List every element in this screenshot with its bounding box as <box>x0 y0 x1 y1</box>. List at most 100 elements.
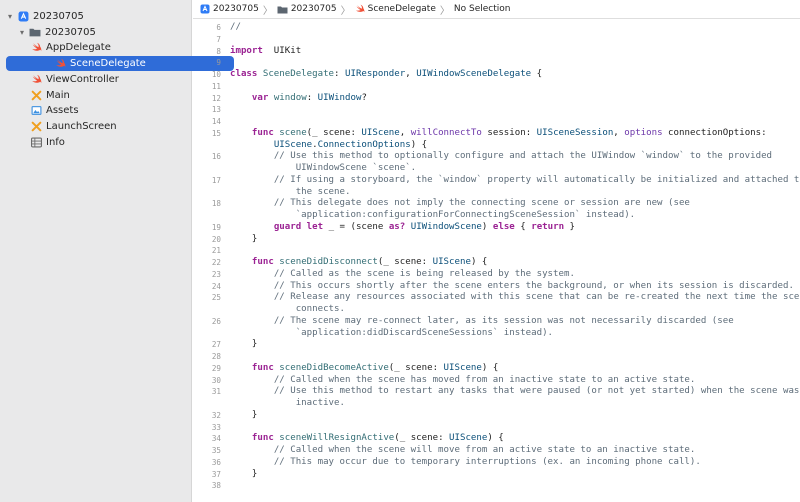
storyboard-icon <box>30 89 42 101</box>
code-line[interactable]: // This occurs shortly after the scene e… <box>230 281 794 292</box>
code-line[interactable]: // Called when the scene will move from … <box>230 445 696 456</box>
code-line[interactable]: // If using a storyboard, the `window` p… <box>230 175 800 186</box>
code-line[interactable]: func sceneWillResignActive(_ scene: UISc… <box>230 433 504 444</box>
code-token: } <box>230 339 258 350</box>
code-line[interactable]: guard let _ = (scene as? UIWindowScene) … <box>230 222 575 233</box>
code-token: ? <box>361 92 367 103</box>
code-token: ) { <box>470 257 488 267</box>
code-line[interactable]: } <box>230 234 257 245</box>
code-line[interactable]: // Use this method to optionally configu… <box>230 151 772 162</box>
code-token: ) <box>481 221 493 232</box>
line-number: 8 <box>216 46 221 56</box>
code-line[interactable]: connects. <box>230 304 345 315</box>
code-line[interactable]: UIScene.ConnectionOptions) { <box>230 140 427 151</box>
line-number: 32 <box>211 410 221 420</box>
code-token: // Called as the scene is being released… <box>273 268 575 279</box>
folder-icon <box>277 6 288 13</box>
line-number: 35 <box>211 446 221 455</box>
code-token: sceneWillResignActive <box>279 433 395 444</box>
navigator-item-label: Main <box>46 89 70 101</box>
code-token: SceneDelegate <box>262 69 335 79</box>
source-editor[interactable]: 20230705 〉 20230705 〉 SceneDelegate 〉 No… <box>193 0 800 502</box>
line-number: 12 <box>211 93 221 103</box>
navigator-item-label: LaunchScreen <box>46 120 117 132</box>
code-token: else <box>492 221 515 232</box>
swift-file-icon <box>355 4 364 13</box>
code-token: // This delegate does not imply the conn… <box>273 198 690 209</box>
code-line[interactable]: } <box>230 469 257 480</box>
code-token: // Use this method to restart any tasks … <box>273 386 800 397</box>
jumpbar-file[interactable]: SceneDelegate <box>355 4 436 14</box>
code-line[interactable]: import UIKit <box>230 46 301 57</box>
code-line[interactable]: } <box>230 410 257 421</box>
line-number: 7 <box>216 34 221 44</box>
line-number: 18 <box>211 199 221 209</box>
navigator-item[interactable]: AppDelegate <box>30 40 111 55</box>
code-line[interactable]: // Called when the scene has moved from … <box>230 375 696 386</box>
code-line[interactable]: `application:didDiscardSceneSessions` in… <box>230 328 553 339</box>
code-token: options <box>624 127 663 138</box>
code-line[interactable]: // This may occur due to temporary inter… <box>230 457 701 468</box>
jumpbar-group-label: 20230705 <box>290 4 337 14</box>
code-line[interactable]: class SceneDelegate: UIResponder, UIWind… <box>230 69 542 80</box>
asset-catalog-icon <box>30 105 42 117</box>
code-line[interactable]: `application:configurationForConnectingS… <box>230 210 635 221</box>
disclosure-chevron-icon[interactable]: ▾ <box>18 28 26 37</box>
code-line[interactable]: // This delegate does not imply the conn… <box>230 198 690 209</box>
code-token: , <box>613 127 625 138</box>
code-token: the scene. <box>295 186 351 197</box>
code-token: // This occurs shortly after the scene e… <box>273 280 794 291</box>
jumpbar-selection[interactable]: No Selection <box>454 4 511 14</box>
code-token: UIWindowScene `scene`. <box>295 163 417 173</box>
code-line[interactable]: // <box>230 22 241 33</box>
navigator-item-label: ViewController <box>46 73 119 85</box>
navigator-item[interactable]: ▾ 20230705 <box>6 9 84 24</box>
code-line[interactable]: inactive. <box>230 398 345 409</box>
code-token: func <box>251 433 274 444</box>
disclosure-chevron-icon[interactable]: ▾ <box>6 12 14 21</box>
code-line[interactable]: func scene(_ scene: UIScene, willConnect… <box>230 128 767 139</box>
code-line[interactable]: var window: UIWindow? <box>230 93 367 104</box>
code-token: // This may occur due to temporary inter… <box>273 456 701 467</box>
code-line[interactable]: // The scene may re-connect later, as it… <box>230 316 734 327</box>
xcode-project-icon <box>17 11 29 23</box>
navigator-item[interactable]: LaunchScreen <box>30 119 117 134</box>
code-token: : <box>334 69 345 79</box>
code-token: connects. <box>295 304 345 314</box>
jumpbar-group[interactable]: 20230705 <box>277 4 337 14</box>
code-token: (_ scene: <box>377 257 433 267</box>
code-token: func <box>251 362 274 373</box>
code-line[interactable]: // Release any resources associated with… <box>230 292 800 303</box>
code-line[interactable]: // Use this method to restart any tasks … <box>230 386 800 397</box>
navigator-item[interactable]: Main <box>30 88 70 103</box>
navigator-item[interactable]: Info <box>30 135 65 150</box>
code-token: UIScene <box>432 257 471 267</box>
line-number: 29 <box>211 363 221 373</box>
line-number: 21 <box>211 246 221 256</box>
jumpbar-project-label: 20230705 <box>213 4 259 14</box>
navigator-item-label: 20230705 <box>45 26 96 38</box>
code-line[interactable]: func sceneDidDisconnect(_ scene: UIScene… <box>230 257 487 268</box>
code-line[interactable]: } <box>230 339 257 350</box>
jumpbar-file-label: SceneDelegate <box>367 4 436 14</box>
navigator-item[interactable]: ▾ 20230705 <box>18 25 96 40</box>
code-area[interactable]: 6 // 7 8 import UIKit 9 10 class SceneDelegate:… <box>193 19 800 502</box>
code-line[interactable]: // Called as the scene is being released… <box>230 269 575 280</box>
navigator-item-label: SceneDelegate <box>70 58 146 70</box>
line-number: 37 <box>211 469 221 479</box>
jumpbar-project[interactable]: 20230705 <box>200 4 259 14</box>
navigator-item[interactable]: ViewController <box>30 72 119 87</box>
code-line[interactable]: func sceneDidBecomeActive(_ scene: UISce… <box>230 363 498 374</box>
line-number: 23 <box>211 269 221 279</box>
navigator-item[interactable]: Assets <box>30 103 79 118</box>
code-line[interactable]: the scene. <box>230 186 351 198</box>
code-token: func <box>251 257 274 267</box>
code-line[interactable]: UIWindowScene `scene`. <box>230 163 416 174</box>
